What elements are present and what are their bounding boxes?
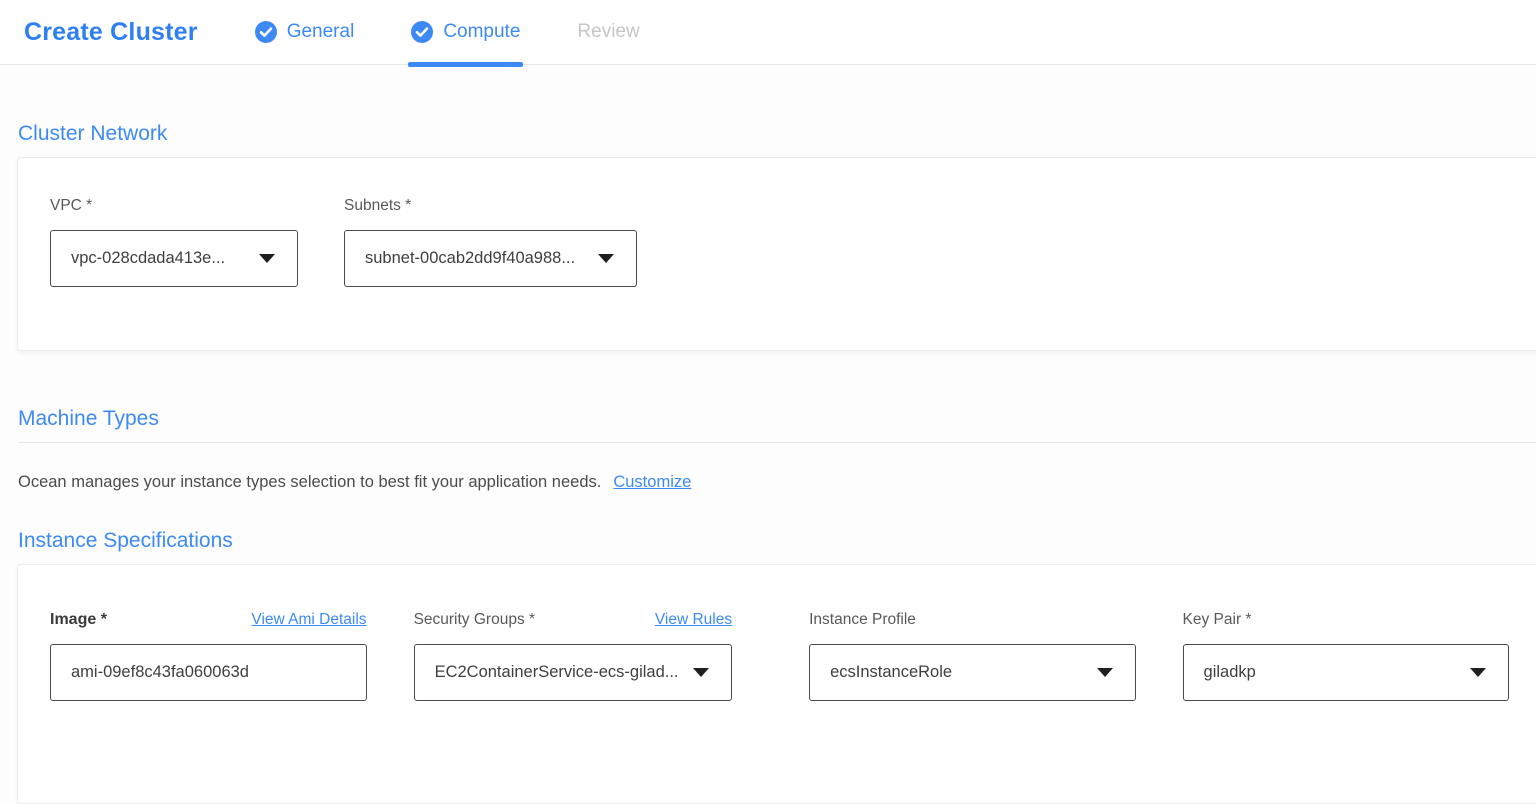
vpc-label: VPC * <box>50 197 298 215</box>
tab-general[interactable]: General <box>255 0 355 64</box>
tab-review: Review <box>577 0 639 64</box>
view-rules-link[interactable]: View Rules <box>655 611 732 629</box>
section-heading-instance-specifications: Instance Specifications <box>18 492 1536 553</box>
security-groups-selected-value: EC2ContainerService-ecs-gilad... <box>435 663 679 682</box>
key-pair-field: Key Pair * giladkp <box>1183 611 1509 701</box>
page-title: Create Cluster <box>24 18 198 47</box>
section-divider <box>18 442 1536 443</box>
security-groups-label: Security Groups * <box>414 611 535 629</box>
check-circle-icon <box>411 21 433 43</box>
wizard-header: Create Cluster General Compute Review <box>0 0 1536 65</box>
caret-down-icon <box>598 254 614 263</box>
security-groups-field: Security Groups * View Rules EC2Containe… <box>414 611 733 701</box>
key-pair-label: Key Pair * <box>1183 611 1252 629</box>
view-ami-details-link[interactable]: View Ami Details <box>251 611 366 629</box>
subnets-select[interactable]: subnet-00cab2dd9f40a988... <box>344 230 637 287</box>
image-input[interactable] <box>50 644 367 701</box>
instance-profile-label: Instance Profile <box>809 611 916 629</box>
instance-profile-field: Instance Profile ecsInstanceRole <box>809 611 1135 701</box>
security-groups-select[interactable]: EC2ContainerService-ecs-gilad... <box>414 644 733 701</box>
key-pair-selected-value: giladkp <box>1204 663 1256 682</box>
caret-down-icon <box>693 668 709 677</box>
key-pair-select[interactable]: giladkp <box>1183 644 1509 701</box>
tab-label: General <box>287 21 355 43</box>
machine-types-description-text: Ocean manages your instance types select… <box>18 473 601 491</box>
instance-specifications-card: Image * View Ami Details Security Groups… <box>17 564 1536 804</box>
tab-label: Review <box>577 21 639 43</box>
image-field: Image * View Ami Details <box>50 611 367 701</box>
image-label: Image * <box>50 611 107 629</box>
instance-profile-select[interactable]: ecsInstanceRole <box>809 644 1135 701</box>
subnets-label: Subnets * <box>344 197 637 215</box>
subnets-field: Subnets * subnet-00cab2dd9f40a988... <box>344 197 637 287</box>
caret-down-icon <box>1470 668 1486 677</box>
vpc-selected-value: vpc-028cdada413e... <box>71 249 225 268</box>
wizard-tabs: General Compute Review <box>255 0 697 64</box>
caret-down-icon <box>1097 668 1113 677</box>
section-heading-machine-types: Machine Types <box>18 351 1536 431</box>
check-circle-icon <box>255 21 277 43</box>
machine-types-description: Ocean manages your instance types select… <box>18 473 1536 492</box>
vpc-field: VPC * vpc-028cdada413e... <box>50 197 298 287</box>
cluster-network-card: VPC * vpc-028cdada413e... Subnets * subn… <box>17 157 1536 351</box>
instance-profile-selected-value: ecsInstanceRole <box>830 663 952 682</box>
tab-label: Compute <box>443 21 520 43</box>
subnets-selected-value: subnet-00cab2dd9f40a988... <box>365 249 575 268</box>
tab-compute[interactable]: Compute <box>411 0 520 64</box>
caret-down-icon <box>259 254 275 263</box>
customize-link[interactable]: Customize <box>613 473 691 491</box>
vpc-select[interactable]: vpc-028cdada413e... <box>50 230 298 287</box>
section-heading-cluster-network: Cluster Network <box>18 65 1536 146</box>
